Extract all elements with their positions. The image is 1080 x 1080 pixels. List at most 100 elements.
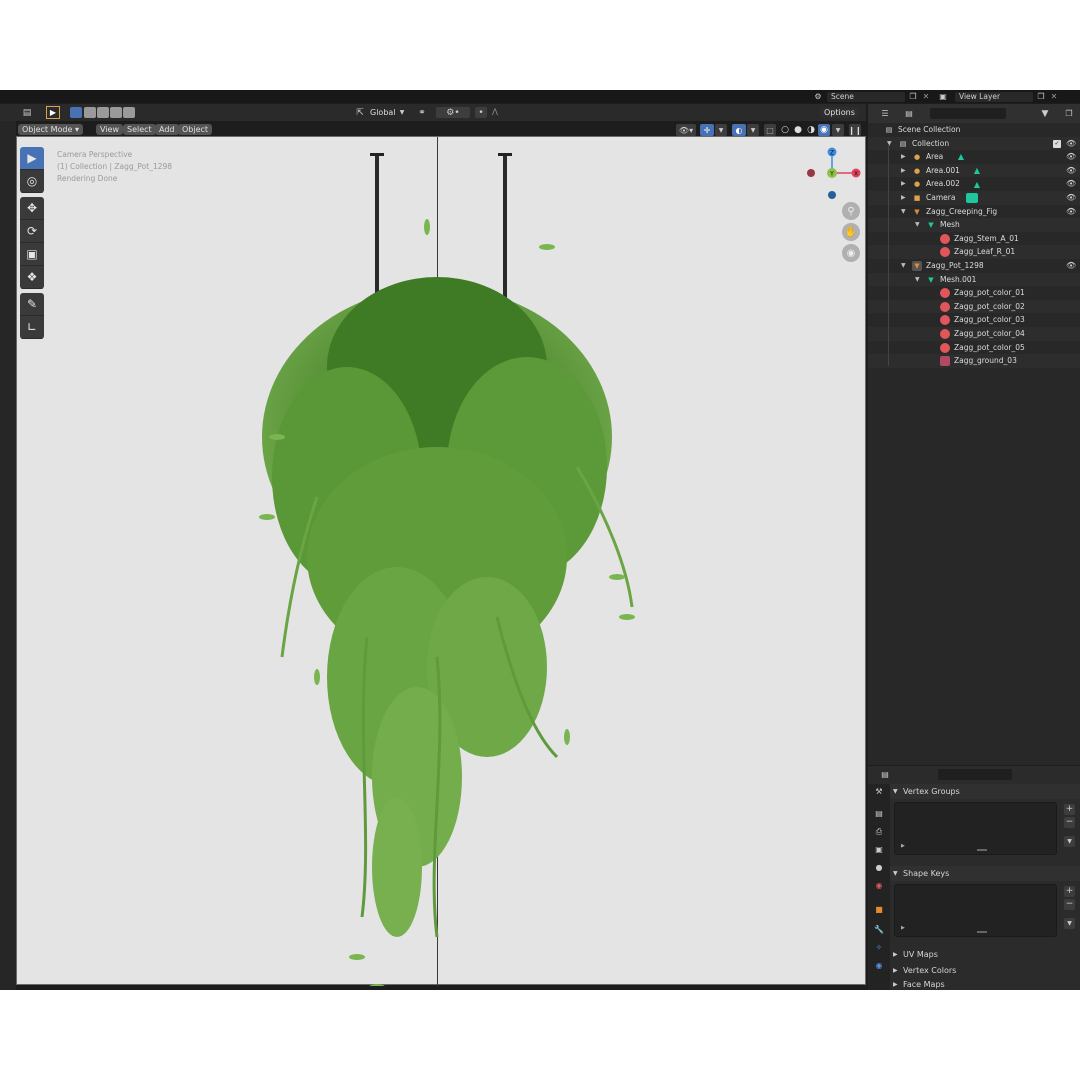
vertex-groups-section[interactable]: ▼ Vertex Groups (890, 784, 1080, 799)
mode-extend-icon[interactable] (84, 107, 96, 118)
particles-tab-icon[interactable]: ✧ (873, 942, 885, 954)
xray-icon[interactable]: □ (764, 124, 776, 136)
outliner-item-mesh-001[interactable]: ▼ ▼ Mesh.001 (868, 272, 1080, 287)
expand-arrow-icon[interactable]: ▼ (915, 273, 920, 287)
gizmo-toggle-icon[interactable]: ✛ (700, 124, 714, 136)
object-menu[interactable]: Object (178, 124, 213, 135)
editor-type-icon[interactable]: ☰ (876, 108, 894, 119)
add-vertex-group-button[interactable]: + (1064, 804, 1075, 815)
solid-shading-icon[interactable]: ● (792, 124, 804, 136)
physics-tab-icon[interactable]: ◉ (873, 960, 885, 972)
expand-arrow-icon[interactable]: ▶ (901, 191, 906, 205)
wireframe-shading-icon[interactable]: ○ (779, 124, 791, 136)
add-menu[interactable]: Add (155, 124, 179, 135)
outliner-item-area-001[interactable]: ▶ ● Area.001 ▲ 👁 (868, 163, 1080, 178)
resize-handle[interactable] (977, 849, 987, 851)
select-menu[interactable]: Select (123, 124, 156, 135)
proportional-edit-icon[interactable]: • (475, 107, 487, 118)
close-icon[interactable]: ✕ (921, 92, 931, 102)
eye-icon[interactable]: 👁 (1066, 164, 1076, 178)
rendered-shading-icon[interactable]: ◉ (818, 124, 830, 136)
filter-icon[interactable]: ▼ (1038, 108, 1052, 119)
remove-shape-key-button[interactable]: − (1064, 899, 1075, 910)
expand-arrow-icon[interactable]: ▶ (901, 150, 906, 164)
eye-icon[interactable]: 👁 (1066, 259, 1076, 273)
outliner-item-pot-color-04[interactable]: Zagg_pot_color_04 (868, 327, 1080, 341)
select-box-icon[interactable]: ▶ (46, 106, 60, 119)
object-tab-icon[interactable]: ■ (873, 904, 885, 916)
expand-arrow-icon[interactable]: ▶ (901, 925, 905, 931)
outliner-item-zagg-stem[interactable]: Zagg_Stem_A_01 (868, 232, 1080, 246)
falloff-icon[interactable]: Λ (489, 107, 501, 118)
modifier-tab-icon[interactable]: 🔧 (873, 924, 885, 936)
mode-invert-icon[interactable] (110, 107, 122, 118)
options-dropdown[interactable]: Options (820, 107, 859, 118)
outliner-item-scene-collection[interactable]: ▤ Scene Collection (868, 123, 1080, 137)
close-icon[interactable]: ✕ (1049, 92, 1059, 102)
outliner-item-mesh[interactable]: ▼ ▼ Mesh (868, 218, 1080, 232)
scene-selector[interactable]: ⚙ Scene ❐ ✕ ▣ View Layer ❐ ✕ (812, 91, 1059, 102)
shape-keys-section[interactable]: ▼ Shape Keys (890, 866, 1080, 881)
outliner-item-ground[interactable]: Zagg_ground_03 (868, 354, 1080, 368)
eye-icon[interactable]: 👁 (1066, 137, 1076, 151)
material-shading-icon[interactable]: ◑ (805, 124, 817, 136)
world-tab-icon[interactable]: ◉ (873, 880, 885, 892)
editor-type-icon[interactable]: ▤ (876, 769, 894, 780)
eye-icon[interactable]: 👁 (1066, 205, 1076, 219)
properties-search-input[interactable] (938, 769, 1012, 780)
vertex-colors-section[interactable]: ▶ Vertex Colors (890, 963, 1080, 978)
overlay-toggle-icon[interactable]: ◐ (732, 124, 746, 136)
outliner-item-zagg-leaf[interactable]: Zagg_Leaf_R_01 (868, 245, 1080, 259)
expand-arrow-icon[interactable]: ▶ (901, 164, 906, 178)
chevron-down-icon[interactable]: ▼ (747, 124, 759, 136)
3d-viewport[interactable]: Camera Perspective (1) Collection | Zagg… (16, 136, 866, 986)
resize-handle[interactable] (977, 931, 987, 933)
scene-tab-icon[interactable]: ● (873, 862, 885, 874)
new-collection-icon[interactable]: ❐ (1064, 108, 1074, 119)
face-maps-section[interactable]: ▶ Face Maps (890, 979, 1080, 990)
remove-vertex-group-button[interactable]: − (1064, 817, 1075, 828)
copy-icon[interactable]: ❐ (1036, 92, 1046, 102)
outliner-item-collection[interactable]: ▼ ▤ Collection ✓ 👁 (868, 136, 1080, 151)
expand-arrow-icon[interactable]: ▶ (901, 843, 905, 849)
mode-subtract-icon[interactable] (97, 107, 109, 118)
checkbox-icon[interactable]: ✓ (1053, 139, 1061, 148)
view-layer-field[interactable]: View Layer (955, 91, 1033, 102)
chevron-down-icon[interactable]: ▼ (832, 124, 844, 136)
outliner-item-camera[interactable]: ▶ ■ Camera 👁 (868, 191, 1080, 205)
copy-icon[interactable]: ❐ (908, 92, 918, 102)
snap-icon[interactable]: ⚙• (436, 107, 470, 118)
eye-icon[interactable]: 👁 (1066, 191, 1076, 205)
visibility-icon[interactable]: 👁▾ (676, 124, 696, 136)
mode-new-icon[interactable] (70, 107, 82, 118)
eye-icon[interactable]: 👁 (1066, 177, 1076, 191)
transform-orientation-dropdown[interactable]: Global (370, 108, 396, 117)
pivot-icon[interactable]: ⚭ (414, 107, 430, 118)
uv-maps-section[interactable]: ▶ UV Maps (890, 947, 1080, 962)
object-mode-dropdown[interactable]: Object Mode ▾ (18, 124, 83, 135)
output-tab-icon[interactable]: ⎙ (873, 826, 885, 838)
view-menu[interactable]: View (96, 124, 123, 135)
outliner-search-input[interactable] (930, 108, 1006, 119)
expand-arrow-icon[interactable]: ▼ (901, 205, 906, 219)
outliner-item-area[interactable]: ▶ ● Area ▲ 👁 (868, 150, 1080, 164)
shape-keys-list[interactable]: ▶ (894, 884, 1057, 937)
expand-arrow-icon[interactable]: ▶ (901, 177, 906, 191)
tool-tab-icon[interactable]: ⚒ (873, 786, 885, 798)
scene-field[interactable]: Scene (827, 91, 905, 102)
expand-arrow-icon[interactable]: ▼ (915, 218, 920, 232)
outliner-item-pot-color-01[interactable]: Zagg_pot_color_01 (868, 286, 1080, 300)
expand-arrow-icon[interactable]: ▼ (901, 259, 906, 273)
outliner-item-area-002[interactable]: ▶ ● Area.002 ▲ 👁 (868, 177, 1080, 191)
display-mode-icon[interactable]: ▤ (900, 108, 918, 119)
view-layer-tab-icon[interactable]: ▣ (873, 844, 885, 856)
mode-intersect-icon[interactable] (123, 107, 135, 118)
pause-icon[interactable]: ❙❙ (848, 124, 862, 136)
outliner-item-pot-color-03[interactable]: Zagg_pot_color_03 (868, 313, 1080, 327)
chevron-down-icon[interactable]: ▼ (715, 124, 727, 136)
render-tab-icon[interactable]: ▤ (873, 808, 885, 820)
add-shape-key-button[interactable]: + (1064, 886, 1075, 897)
shape-key-menu-button[interactable]: ▼ (1064, 918, 1075, 929)
outliner-item-pot-color-05[interactable]: Zagg_pot_color_05 (868, 341, 1080, 355)
outliner-item-pot-color-02[interactable]: Zagg_pot_color_02 (868, 299, 1080, 314)
